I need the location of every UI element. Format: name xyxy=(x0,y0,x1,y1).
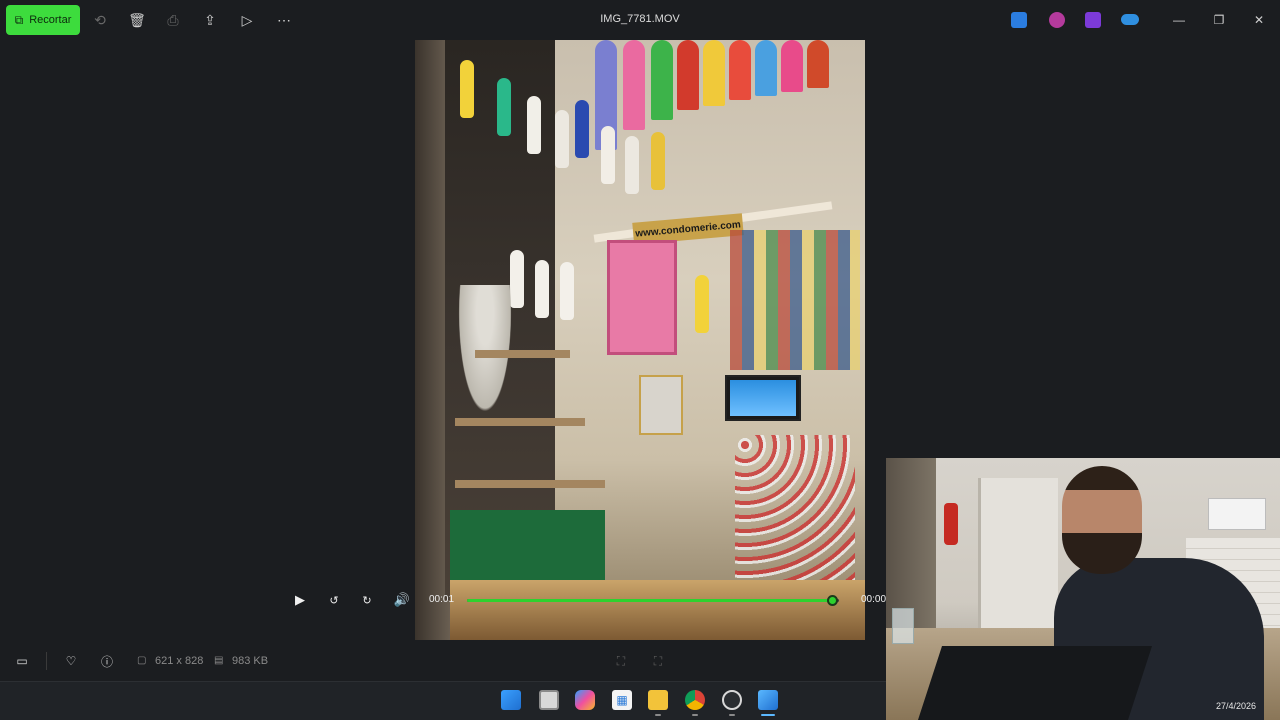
display-shelf xyxy=(455,480,605,488)
clock-app-icon[interactable] xyxy=(722,690,742,710)
end-time: 00:00 xyxy=(861,594,887,605)
taskbar-date: 27/4/2026 xyxy=(1216,701,1257,711)
mascot-figure xyxy=(677,40,699,110)
window-title: IMG_7781.MOV xyxy=(600,13,680,25)
crop-button[interactable]: ⧉ Recortar xyxy=(6,5,80,35)
copilot-icon[interactable] xyxy=(575,690,595,710)
fire-extinguisher xyxy=(944,503,958,545)
task-view-icon[interactable] xyxy=(539,690,559,710)
favorite-icon[interactable]: ♡ xyxy=(63,653,79,669)
info-bar: ▭ ♡ ⓘ ⛶ ⛶ xyxy=(0,644,886,678)
player-controls: ▶ ↺ ↻ 🔊 00:01 00:00 xyxy=(285,584,887,616)
hanging-item xyxy=(555,110,569,168)
green-cabinet xyxy=(450,510,605,580)
close-icon[interactable]: ✕ xyxy=(1249,10,1269,30)
crop-icon: ⧉ xyxy=(14,12,24,27)
fit-icon[interactable]: ⛶ xyxy=(613,653,629,669)
taskbar-indicator xyxy=(692,714,698,716)
rewind-icon[interactable]: ↺ xyxy=(324,590,344,610)
figurine-display xyxy=(735,435,855,585)
microsoft-store-icon[interactable]: ▦ xyxy=(612,690,632,710)
title-bar: ⧉ Recortar ⟲ 🗑 ⎙ ⇪ ▷ ⋯ IMG_7781.MOV — ❐ … xyxy=(0,0,1280,40)
rotate-icon[interactable]: ⟲ xyxy=(88,8,112,32)
minimize-icon[interactable]: — xyxy=(1169,10,1189,30)
file-size: 983 KB xyxy=(232,655,269,667)
dimensions-icon: ▢ xyxy=(137,655,147,666)
taskbar-indicator xyxy=(729,714,735,716)
play-icon[interactable]: ▶ xyxy=(290,590,310,610)
photos-app-icon[interactable] xyxy=(1011,12,1027,28)
photos-taskbar-icon[interactable] xyxy=(758,690,778,710)
hanging-item xyxy=(575,100,589,158)
forward-icon[interactable]: ↻ xyxy=(357,590,377,610)
hanging-item xyxy=(535,260,549,318)
mascot-figure xyxy=(755,40,777,96)
mascot-figure xyxy=(623,40,645,130)
water-glass xyxy=(892,608,914,644)
volume-icon[interactable]: 🔊 xyxy=(392,590,412,610)
display-shelf xyxy=(455,418,585,426)
current-time: 00:01 xyxy=(429,594,455,605)
display-shelf xyxy=(475,350,570,358)
hanging-item xyxy=(460,60,474,118)
qr-placard xyxy=(639,375,683,435)
slideshow-icon[interactable]: ▷ xyxy=(235,8,259,32)
restore-icon[interactable]: ❐ xyxy=(1209,10,1229,30)
mascot-figure xyxy=(729,40,751,100)
hanging-item xyxy=(625,136,639,194)
seek-bar-fill xyxy=(467,599,832,602)
wall-calendar xyxy=(1208,498,1266,530)
hanging-item xyxy=(695,275,709,333)
image-dimensions: 621 x 828 xyxy=(155,655,204,667)
info-icon[interactable]: ⓘ xyxy=(99,653,115,669)
filmstrip-icon[interactable]: ▭ xyxy=(14,653,30,669)
product-rack xyxy=(730,230,860,370)
delete-icon[interactable]: 🗑 xyxy=(125,8,149,32)
fullscreen-icon[interactable]: ⛶ xyxy=(650,653,666,669)
file-size-icon: ▤ xyxy=(214,655,224,666)
windows-start-icon[interactable] xyxy=(501,690,521,710)
mascot-figure xyxy=(781,40,803,92)
mascot-figure xyxy=(703,40,725,106)
share-icon[interactable]: ⇪ xyxy=(198,8,222,32)
hanging-item xyxy=(651,132,665,190)
seek-thumb[interactable] xyxy=(826,595,838,606)
seek-bar[interactable] xyxy=(467,595,839,606)
print-icon[interactable]: ⎙ xyxy=(161,8,185,32)
hanging-item xyxy=(560,262,574,320)
file-explorer-icon[interactable] xyxy=(648,690,668,710)
copilot-app-icon[interactable] xyxy=(1049,12,1065,28)
mascot-figure xyxy=(651,40,673,120)
hanging-item xyxy=(497,78,511,136)
onedrive-icon[interactable] xyxy=(1121,14,1139,25)
hanging-item xyxy=(527,96,541,154)
webcam-overlay: 27/4/2026 xyxy=(886,458,1280,720)
video-frame[interactable]: www.condomerie.com xyxy=(415,40,865,640)
chrome-icon[interactable] xyxy=(685,690,705,710)
clipchamp-app-icon[interactable] xyxy=(1085,12,1101,28)
tv-screen xyxy=(725,375,801,421)
taskbar-indicator-active xyxy=(761,714,775,716)
taskbar-indicator xyxy=(655,714,661,716)
divider xyxy=(46,652,47,670)
mascot-figure xyxy=(807,40,829,88)
more-icon[interactable]: ⋯ xyxy=(272,8,296,32)
person-head xyxy=(1062,466,1142,574)
crop-button-label: Recortar xyxy=(29,14,72,26)
pink-poster xyxy=(607,240,677,355)
hanging-item xyxy=(601,126,615,184)
laptop xyxy=(917,646,1153,720)
